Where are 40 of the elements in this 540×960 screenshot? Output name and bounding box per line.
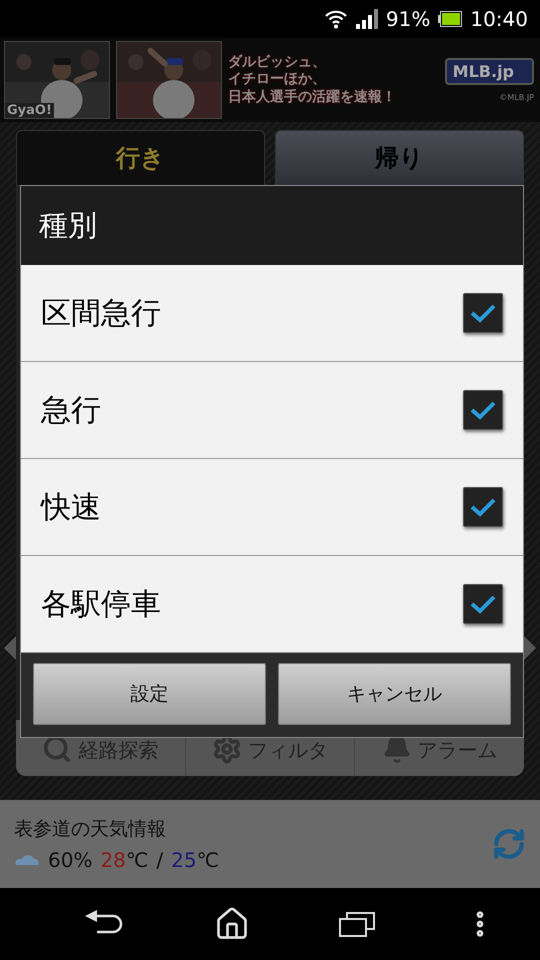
cloud-icon: [14, 853, 40, 867]
dialog-button[interactable]: 設定: [33, 663, 266, 725]
ad-headline: ダルビッシュ、: [228, 54, 327, 72]
dialog-button[interactable]: キャンセル: [278, 663, 511, 725]
ad-logo[interactable]: MLB.jp: [444, 58, 534, 85]
option-row[interactable]: 急行: [21, 362, 523, 459]
option-label: 区間急行: [41, 294, 161, 332]
option-row[interactable]: 快速: [21, 459, 523, 556]
checkbox[interactable]: [463, 390, 503, 430]
option-label: 各駅停車: [41, 586, 161, 624]
check-icon: [470, 497, 496, 517]
precipitation-text: 60%: [48, 848, 92, 872]
clock-time: 10:40: [470, 7, 528, 31]
right-arrow-icon[interactable]: [524, 636, 536, 660]
temperature-text: 25℃: [171, 848, 220, 872]
direction-tab[interactable]: 行き: [16, 130, 265, 186]
check-icon: [470, 594, 496, 614]
option-row[interactable]: 区間急行: [21, 265, 523, 362]
checkbox[interactable]: [463, 584, 503, 624]
check-icon: [470, 400, 496, 420]
temperature-text: 28℃: [100, 848, 148, 872]
signal-icon: [356, 9, 378, 29]
copyright-text: ©MLB.JP: [499, 93, 534, 102]
ad-headline: 日本人選手の活躍を速報！: [228, 88, 397, 106]
left-arrow-icon[interactable]: [4, 636, 16, 660]
dialog-title: 種別: [21, 186, 523, 265]
checkbox[interactable]: [463, 487, 503, 527]
recent-apps-icon[interactable]: [338, 911, 374, 937]
battery-percent: 91%: [386, 7, 430, 31]
battery-icon: [438, 11, 462, 27]
option-label: 快速: [41, 488, 101, 526]
wifi-icon: [324, 9, 348, 29]
option-label: 急行: [41, 392, 101, 430]
ad-headline: イチローほか、: [228, 71, 327, 89]
checkbox[interactable]: [463, 293, 503, 333]
weather-title: 表参道の天気情報: [14, 817, 167, 842]
brand-label: GyaO!: [5, 103, 54, 118]
option-row[interactable]: 各駅停車: [21, 556, 523, 653]
check-icon: [470, 303, 496, 323]
separator-text: /: [156, 848, 164, 872]
